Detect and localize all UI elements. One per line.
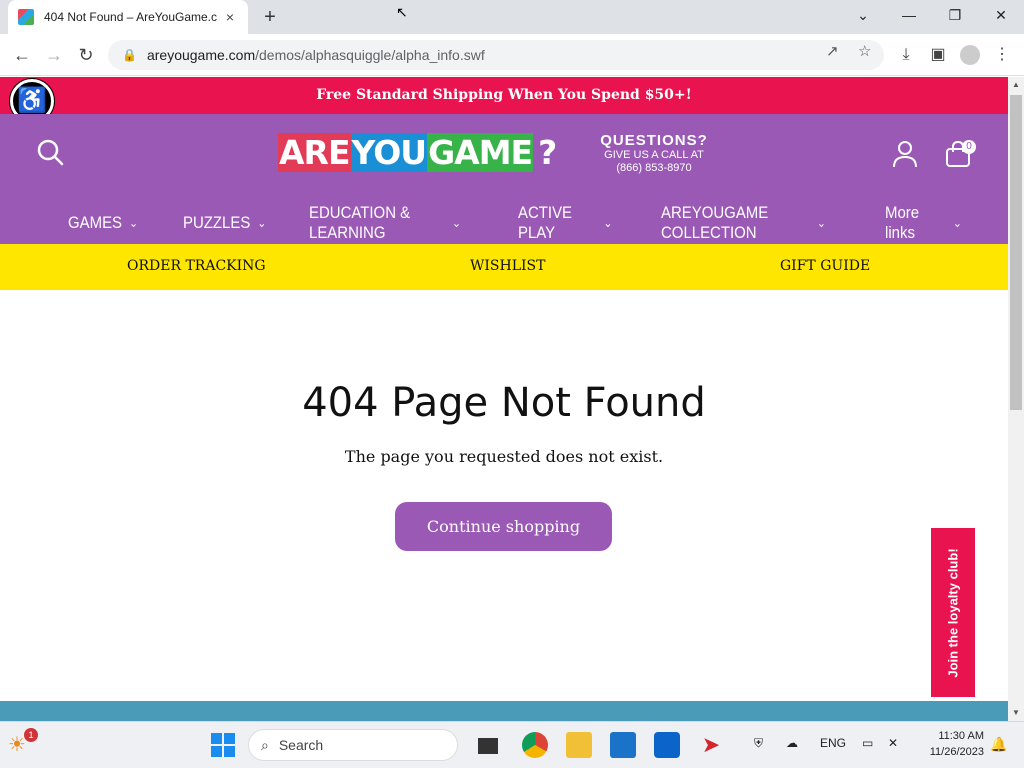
- continue-shopping-button[interactable]: Continue shopping: [395, 502, 612, 551]
- site-favicon-icon: [18, 9, 34, 25]
- close-window-button[interactable]: ✕: [978, 0, 1024, 30]
- restore-button[interactable]: ❐: [932, 0, 978, 30]
- address-bar[interactable]: 🔒 areyougame.com/demos/alphasquiggle/alp…: [108, 40, 884, 70]
- search-icon[interactable]: [36, 138, 64, 166]
- chevron-down-icon: ⌄: [817, 216, 827, 230]
- wishlist-link[interactable]: WISHLIST: [470, 258, 545, 274]
- nav-active-play[interactable]: ACTIVE PLAY ⌄: [518, 203, 613, 242]
- acrobat-icon[interactable]: ➤: [698, 732, 724, 758]
- forward-arrow-icon[interactable]: →: [42, 43, 66, 67]
- new-tab-button[interactable]: +: [258, 5, 282, 29]
- display-icon[interactable]: ▭: [862, 736, 873, 750]
- clock-time: 11:30 AM: [938, 730, 984, 742]
- lock-icon: 🔒: [122, 48, 137, 62]
- minimize-button[interactable]: —: [886, 0, 932, 30]
- secondary-navigation: ORDER TRACKING WISHLIST GIFT GUIDE: [0, 244, 1008, 290]
- browser-toolbar: ← → ↻ 🔒 areyougame.com/demos/alphasquigg…: [0, 34, 1024, 76]
- order-tracking-link[interactable]: ORDER TRACKING: [127, 258, 266, 274]
- site-header: AREYOUGAME? QUESTIONS? GIVE US A CALL AT…: [0, 114, 1008, 244]
- task-view-icon[interactable]: [478, 738, 498, 754]
- page-scrollbar[interactable]: ▲ ▼: [1008, 77, 1024, 721]
- mouse-cursor-icon: ↖: [396, 4, 408, 20]
- file-explorer-icon[interactable]: [566, 732, 592, 758]
- questions-title: QUESTIONS?: [600, 132, 708, 149]
- tab-title: 404 Not Found – AreYouGame.c: [44, 10, 218, 24]
- language-indicator[interactable]: ENG: [820, 736, 846, 750]
- windows-taskbar: ☀ 1 ⌕ Search ➤ ⛨ ☁ ENG ▭ ✕ 11:30 AM 11/2…: [0, 721, 1024, 768]
- chevron-down-icon: ⌄: [129, 216, 138, 230]
- cart-count-badge: 0: [962, 140, 976, 154]
- browser-tab-strip: 404 Not Found – AreYouGame.c × + ↖ ⌄ — ❐…: [0, 0, 1024, 34]
- download-icon[interactable]: ⤓: [894, 43, 918, 67]
- contact-questions: QUESTIONS? GIVE US A CALL AT (866) 853-8…: [600, 132, 708, 175]
- chrome-icon[interactable]: [522, 732, 548, 758]
- share-icon[interactable]: ↗: [826, 42, 839, 60]
- reload-icon[interactable]: ↻: [74, 43, 98, 67]
- chevron-down-icon: ⌄: [603, 216, 613, 230]
- questions-phone[interactable]: (866) 853-8970: [600, 162, 708, 175]
- security-shield-icon[interactable]: ⛨: [754, 736, 763, 751]
- back-arrow-icon[interactable]: ←: [10, 43, 34, 67]
- error-content: 404 Page Not Found The page you requeste…: [0, 290, 1008, 703]
- promo-banner[interactable]: Free Standard Shipping When You Spend $5…: [0, 77, 1008, 114]
- url-path: /demos/alphasquiggle/alpha_info.swf: [255, 47, 485, 63]
- browser-tab[interactable]: 404 Not Found – AreYouGame.c ×: [8, 0, 248, 34]
- nav-games[interactable]: GAMES ⌄: [68, 208, 138, 238]
- web-page: Free Standard Shipping When You Spend $5…: [0, 77, 1008, 703]
- menu-kebab-icon[interactable]: ⋮: [990, 43, 1014, 67]
- questions-call-line: GIVE US A CALL AT: [604, 149, 704, 161]
- loyalty-club-tab[interactable]: Join the loyalty club!: [931, 528, 975, 697]
- chevron-down-icon: ⌄: [452, 216, 462, 230]
- profile-avatar-icon[interactable]: [960, 45, 980, 65]
- gift-guide-link[interactable]: GIFT GUIDE: [780, 258, 870, 274]
- nav-areyougame-collection[interactable]: AREYOUGAME COLLECTION ⌄: [661, 203, 827, 242]
- scroll-down-arrow-icon[interactable]: ▼: [1008, 705, 1024, 721]
- scroll-up-arrow-icon[interactable]: ▲: [1008, 77, 1024, 93]
- page-title: 404 Page Not Found: [302, 380, 706, 426]
- notification-bell-icon[interactable]: 🔔: [990, 736, 1007, 753]
- account-icon[interactable]: [892, 140, 918, 168]
- tab-close-icon[interactable]: ×: [222, 9, 238, 25]
- network-icon[interactable]: ☁: [786, 736, 798, 750]
- site-logo[interactable]: AREYOUGAME?: [278, 133, 557, 172]
- bookmark-star-icon[interactable]: ☆: [858, 42, 871, 60]
- chevron-down-icon: ⌄: [952, 216, 962, 230]
- nav-more-links[interactable]: More links ⌄: [885, 203, 962, 242]
- side-panel-icon[interactable]: ▣: [926, 43, 950, 67]
- error-message: The page you requested does not exist.: [344, 447, 664, 466]
- widget-badge: 1: [24, 728, 38, 742]
- clock-date: 11/26/2023: [929, 746, 984, 758]
- microsoft-store-icon[interactable]: [610, 732, 636, 758]
- tab-search-chevron-icon[interactable]: ⌄: [840, 0, 886, 30]
- windows-start-icon[interactable]: [210, 732, 236, 758]
- scrollbar-thumb[interactable]: [1010, 95, 1022, 410]
- taskbar-search[interactable]: ⌕ Search: [248, 729, 458, 761]
- outlook-icon[interactable]: [654, 732, 680, 758]
- footer-strip: [0, 701, 1008, 721]
- chevron-down-icon: ⌄: [257, 216, 267, 230]
- search-icon: ⌕: [261, 736, 269, 753]
- nav-puzzles[interactable]: PUZZLES ⌄: [183, 208, 266, 238]
- volume-muted-icon[interactable]: ✕: [888, 736, 898, 750]
- system-clock[interactable]: 11:30 AM 11/26/2023: [914, 728, 984, 760]
- main-navigation: GAMES ⌄ PUZZLES ⌄ EDUCATION & LEARNING ⌄ AC…: [0, 203, 1008, 242]
- nav-education-learning[interactable]: EDUCATION & LEARNING ⌄: [309, 203, 462, 242]
- taskbar-search-label: Search: [278, 737, 324, 753]
- url-host: areyougame.com: [146, 47, 256, 63]
